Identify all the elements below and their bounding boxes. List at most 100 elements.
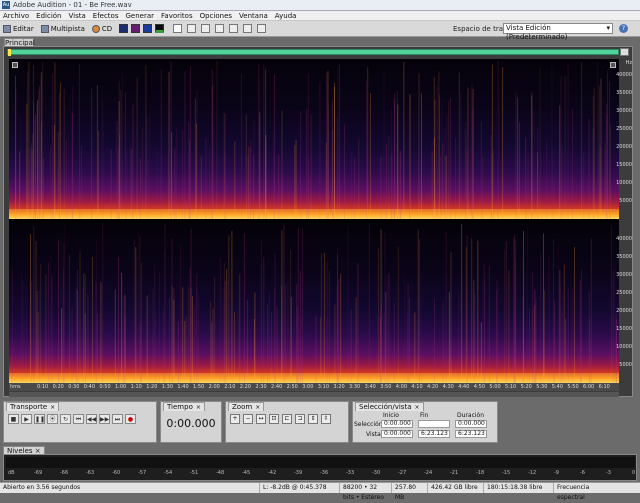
time-tick: 5:00 (489, 384, 500, 390)
levels-tick: -39 (294, 470, 302, 476)
time-tick: 5:10 (505, 384, 516, 390)
time-tick: 0:30 (68, 384, 79, 390)
scrub-tool-icon[interactable] (215, 24, 224, 33)
time-tick: 1:50 (193, 384, 204, 390)
tab-transport[interactable]: Transporte× (6, 402, 59, 411)
hz-tick: 5000 (619, 362, 632, 368)
view-duration-field[interactable]: 6:23.123 (455, 430, 487, 438)
zoom-in-vertical-icon[interactable]: ⇕ (308, 414, 318, 424)
hz-tick: 35000 (616, 254, 632, 260)
spectral-frequency-icon[interactable] (131, 24, 140, 33)
tab-time[interactable]: Tiempo× (163, 402, 205, 411)
cd-view-button[interactable]: CD (92, 25, 112, 33)
levels-tick: -63 (86, 470, 94, 476)
time-tick: 2:40 (271, 384, 282, 390)
zoom-out-horizontal-icon[interactable]: − (243, 414, 253, 424)
fast-forward-button[interactable]: ▶▶ (99, 414, 110, 424)
spectrogram-left-channel[interactable] (9, 59, 619, 219)
row-view-label: Vista (366, 431, 381, 438)
menu-archivo[interactable]: Archivo (3, 12, 29, 20)
multitrack-view-button[interactable]: Multipista (41, 25, 85, 33)
brush-tool-icon[interactable] (229, 24, 238, 33)
close-icon[interactable]: × (255, 404, 260, 411)
go-to-end-button[interactable]: ⏭ (112, 414, 123, 424)
time-tick: 6:00 (583, 384, 594, 390)
spot-healing-tool-icon[interactable] (243, 24, 252, 33)
menu-vista[interactable]: Vista (69, 12, 86, 20)
spectrogram-left-streaks (9, 59, 619, 219)
play-from-cursor-button[interactable]: ⦿ (47, 414, 58, 424)
status-free-space: 426.42 GB libre (428, 483, 484, 493)
spectrogram-right-streaks (9, 223, 619, 383)
levels-tick: -36 (320, 470, 328, 476)
rewind-button[interactable]: ◀◀ (86, 414, 97, 424)
time-tick: 2:10 (224, 384, 235, 390)
tab-selection-view[interactable]: Selección/vista× (355, 402, 424, 411)
time-tick: 3:50 (380, 384, 391, 390)
selection-start-field[interactable]: 0:00.000 (381, 420, 413, 428)
levels-tick: -18 (476, 470, 484, 476)
loop-button[interactable]: ↻ (60, 414, 71, 424)
edit-view-button[interactable]: Editar (3, 25, 34, 33)
edit-view-label: Editar (13, 25, 34, 33)
levels-tick: -42 (268, 470, 276, 476)
cd-view-label: CD (102, 25, 112, 33)
pause-button[interactable]: ❚❚ (34, 414, 45, 424)
window-titlebar: Au Adobe Audition - 01 - Be Free.wav (0, 0, 640, 11)
window-title: Adobe Audition - 01 - Be Free.wav (13, 1, 132, 9)
close-icon[interactable]: × (50, 404, 55, 411)
channel-expand-left[interactable] (610, 62, 616, 68)
time-tick: 4:30 (443, 384, 454, 390)
levels-tick: -3 (606, 470, 611, 476)
menu-efectos[interactable]: Efectos (93, 12, 119, 20)
waveform-display-icon[interactable] (119, 24, 128, 33)
stop-button[interactable]: ■ (8, 414, 19, 424)
levels-panel: dB-69-66-63-60-57-54-51-48-45-42-39-36-3… (3, 454, 637, 481)
overview-navigator-bar[interactable] (7, 49, 619, 55)
spectrogram-right-channel[interactable] (9, 223, 619, 383)
zoom-in-horizontal-icon[interactable]: + (230, 414, 240, 424)
time-ruler[interactable]: hms 0:100:200:300:400:501:001:101:201:30… (9, 383, 619, 391)
menu-favoritos[interactable]: Favoritos (161, 12, 193, 20)
play-button[interactable]: ▶ (21, 414, 32, 424)
marquee-tool-icon[interactable] (187, 24, 196, 33)
time-tick: 1:00 (115, 384, 126, 390)
menu-ventana[interactable]: Ventana (239, 12, 268, 20)
menu-opciones[interactable]: Opciones (200, 12, 232, 20)
view-end-field[interactable]: 6:23.123 (418, 430, 450, 438)
status-cursor: L: -8.2dB @ 0:45.378 (260, 483, 340, 493)
menu-generar[interactable]: Generar (125, 12, 154, 20)
lasso-tool-icon[interactable] (201, 24, 210, 33)
menu-ayuda[interactable]: Ayuda (275, 12, 297, 20)
spectral-phase-icon[interactable] (155, 24, 164, 33)
hz-tick: 5000 (619, 198, 632, 204)
zoom-right-edge-icon[interactable]: ⊐ (295, 414, 305, 424)
status-format: 88200 • 32 bits • Estéreo (340, 483, 392, 493)
workspace-select[interactable]: Vista Edición (Predeterminado) (503, 23, 613, 34)
overview-scroll-handle[interactable] (620, 48, 629, 56)
time-selection-tool-icon[interactable] (173, 24, 182, 33)
go-to-start-button[interactable]: ⏮ (73, 414, 84, 424)
selection-end-field[interactable] (418, 420, 450, 428)
channel-toggle-left[interactable] (12, 62, 18, 68)
spectral-pan-icon[interactable] (143, 24, 152, 33)
close-icon[interactable]: × (196, 404, 201, 411)
levels-tick: 0 (632, 470, 635, 476)
zoom-out-vertical-icon[interactable]: ⇳ (321, 414, 331, 424)
zoom-left-edge-icon[interactable]: ⊏ (282, 414, 292, 424)
tab-zoom[interactable]: Zoom× (228, 402, 264, 411)
horizontal-scrollbar[interactable] (9, 392, 619, 397)
view-start-field[interactable]: 0:00.000 (381, 430, 413, 438)
multitrack-icon (41, 25, 49, 33)
overview-playhead[interactable] (8, 49, 11, 56)
selection-duration-field[interactable]: 0:00.000 (455, 420, 487, 428)
zoom-to-selection-icon[interactable]: ⊡ (269, 414, 279, 424)
menu-edicion[interactable]: Edición (36, 12, 61, 20)
close-icon[interactable]: × (415, 404, 420, 411)
zoom-out-full-icon[interactable]: ↔ (256, 414, 266, 424)
help-icon[interactable]: ? (619, 24, 628, 33)
hand-tool-icon[interactable] (257, 24, 266, 33)
levels-tick: -15 (502, 470, 510, 476)
cd-icon (92, 25, 100, 33)
record-button[interactable]: ● (125, 414, 136, 424)
